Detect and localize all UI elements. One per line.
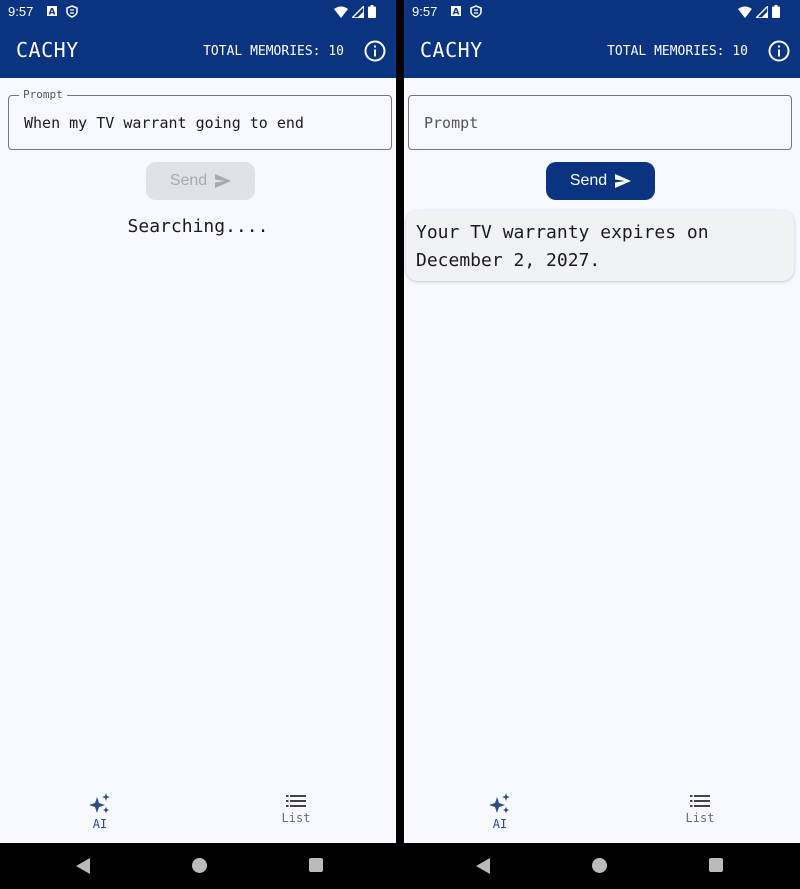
- status-time: 9:57: [8, 4, 34, 19]
- info-icon[interactable]: [767, 39, 791, 63]
- send-icon: [615, 174, 632, 188]
- app-title: CACHY: [420, 38, 483, 62]
- home-icon[interactable]: [191, 857, 208, 874]
- app-title: CACHY: [16, 38, 79, 62]
- prompt-input[interactable]: Prompt When my TV warrant going to end: [8, 88, 392, 150]
- total-memories-label: TOTAL MEMORIES: 10: [203, 44, 344, 59]
- signal-icon: [756, 5, 768, 18]
- answer-line-1: Your TV warranty expires on: [416, 222, 709, 243]
- nav-label-list: List: [685, 811, 715, 825]
- nav-item-ai[interactable]: AI: [70, 793, 130, 831]
- wifi-icon: [738, 6, 752, 18]
- system-navigation-bar: [0, 843, 396, 889]
- sparkle-icon: [89, 793, 110, 813]
- shield-icon: [66, 5, 78, 18]
- app-bar: CACHY TOTAL MEMORIES: 10: [0, 24, 396, 78]
- battery-icon: [368, 5, 376, 18]
- prompt-value: When my TV warrant going to end: [24, 114, 304, 132]
- answer-line-2: December 2, 2027.: [416, 250, 601, 271]
- send-button[interactable]: Send: [546, 162, 655, 200]
- prompt-label: Prompt: [19, 88, 67, 101]
- info-icon[interactable]: [363, 39, 387, 63]
- system-navigation-bar: [404, 843, 800, 889]
- searching-status: Searching....: [127, 216, 269, 237]
- font-a-icon: A: [451, 6, 461, 18]
- back-icon[interactable]: [475, 857, 491, 875]
- send-button[interactable]: Send: [146, 162, 255, 200]
- nav-item-list[interactable]: List: [266, 793, 326, 825]
- recents-icon[interactable]: [708, 857, 724, 873]
- prompt-placeholder: Prompt: [424, 114, 479, 132]
- status-bar: 9:57 A: [0, 0, 396, 24]
- status-time: 9:57: [412, 4, 438, 19]
- signal-icon: [352, 5, 364, 18]
- wifi-icon: [334, 6, 348, 18]
- svg-text:A: A: [453, 8, 460, 18]
- back-icon[interactable]: [75, 857, 91, 875]
- app-bar: CACHY TOTAL MEMORIES: 10: [404, 24, 800, 78]
- sparkle-icon: [489, 793, 510, 813]
- nav-item-list[interactable]: List: [670, 793, 730, 825]
- shield-icon: [470, 5, 482, 18]
- send-label: Send: [569, 172, 608, 189]
- nav-item-ai[interactable]: AI: [470, 793, 530, 831]
- prompt-input[interactable]: Prompt: [408, 95, 792, 150]
- battery-icon: [772, 5, 780, 18]
- nav-label-list: List: [281, 811, 311, 825]
- recents-icon[interactable]: [308, 857, 324, 873]
- home-icon[interactable]: [591, 857, 608, 874]
- list-icon: [690, 795, 710, 807]
- bottom-navigation: AI List: [404, 785, 800, 843]
- left-phone-screen: 9:57 A CACHY TOTAL MEMORIES: 10 Prompt W…: [0, 0, 396, 889]
- send-icon: [215, 174, 232, 188]
- svg-text:A: A: [49, 8, 56, 18]
- font-a-icon: A: [47, 6, 57, 18]
- right-phone-screen: 9:57 A CACHY TOTAL MEMORIES: 10 Prompt S…: [404, 0, 800, 889]
- send-label: Send: [169, 172, 208, 189]
- answer-card: Your TV warranty expires on December 2, …: [406, 210, 794, 281]
- nav-label-ai: AI: [92, 817, 108, 831]
- status-bar: 9:57 A: [404, 0, 800, 24]
- nav-label-ai: AI: [492, 817, 508, 831]
- total-memories-label: TOTAL MEMORIES: 10: [607, 44, 748, 59]
- list-icon: [286, 795, 306, 807]
- bottom-navigation: AI List: [0, 785, 396, 843]
